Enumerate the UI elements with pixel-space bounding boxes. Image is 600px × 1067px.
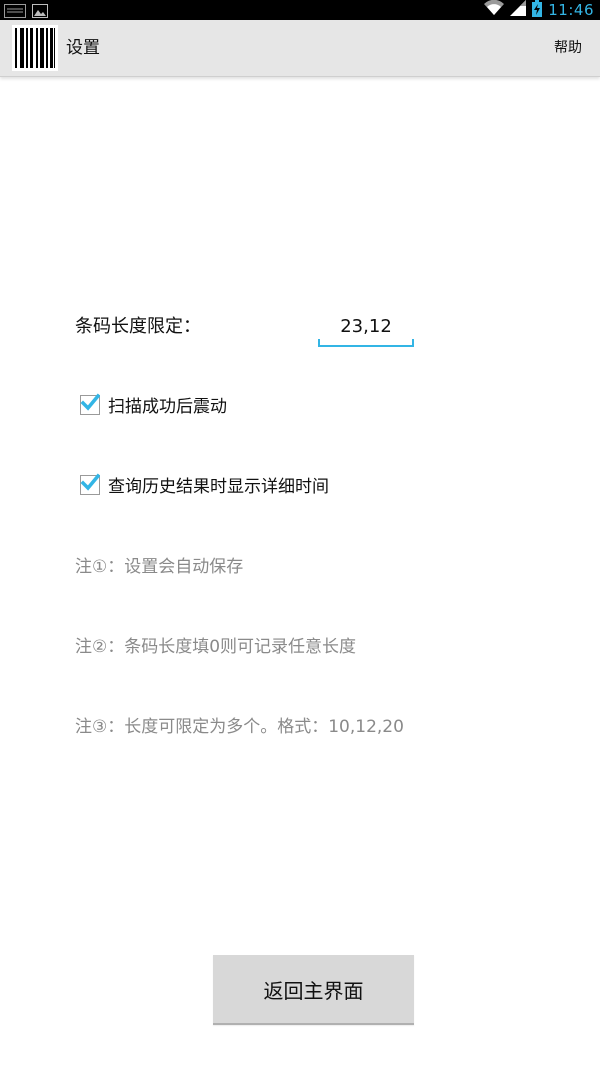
barcode-icon	[12, 25, 58, 71]
page-title: 设置	[66, 38, 100, 58]
clock: 11:46	[548, 1, 594, 19]
signal-icon	[510, 0, 527, 20]
settings-panel: 条码长度限定： 扫描成功后震动 查询历史结果时显示详细时间 注①：设置会自动保存…	[0, 77, 600, 1067]
note-3: 注③：长度可限定为多个。格式：10,12,20	[75, 717, 404, 737]
note-2: 注②：条码长度填0则可记录任意长度	[75, 637, 357, 657]
note-1: 注①：设置会自动保存	[75, 557, 244, 577]
show-time-option[interactable]: 查询历史结果时显示详细时间	[80, 472, 329, 497]
vibrate-label: 扫描成功后震动	[108, 397, 227, 417]
barcode-length-input[interactable]	[318, 307, 414, 347]
wifi-icon	[484, 0, 505, 20]
action-bar: 设置 帮助	[0, 20, 600, 77]
show-time-label: 查询历史结果时显示详细时间	[108, 477, 329, 497]
vibrate-option[interactable]: 扫描成功后震动	[80, 392, 227, 417]
input-underline-right	[412, 339, 414, 346]
input-underline-left	[318, 339, 320, 346]
show-time-checkbox[interactable]	[80, 473, 100, 495]
return-home-button[interactable]: 返回主界面	[213, 955, 414, 1025]
battery-charging-icon	[532, 0, 543, 21]
barcode-length-label: 条码长度限定：	[75, 316, 201, 337]
vibrate-checkbox[interactable]	[80, 393, 100, 415]
status-bar: 11:46	[0, 0, 600, 20]
help-button[interactable]: 帮助	[554, 20, 582, 76]
